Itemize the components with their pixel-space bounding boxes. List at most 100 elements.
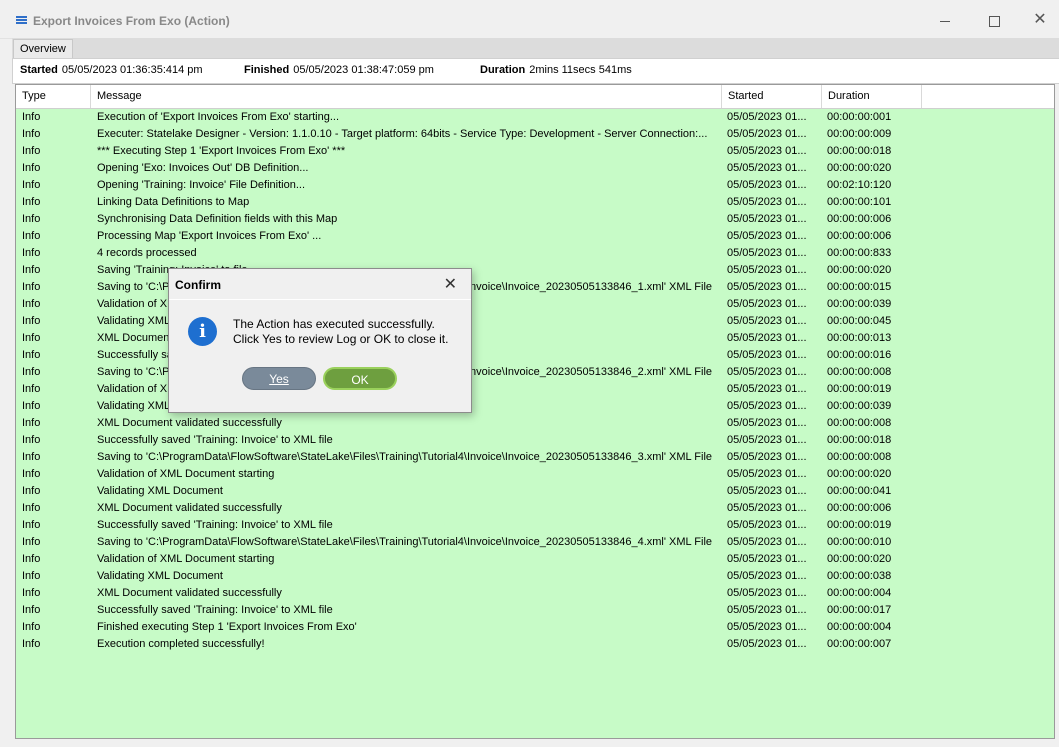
log-message-cell: Linking Data Definitions to Map <box>97 196 250 208</box>
log-duration-cell: 00:00:00:020 <box>827 553 892 565</box>
dialog-title: Confirm <box>175 278 221 292</box>
column-header-type[interactable]: Type <box>16 85 91 108</box>
log-row[interactable]: Info 4 records processed 05/05/2023 01... 0… <box>16 245 1054 262</box>
log-message-cell: *** Executing Step 1 'Export Invoices Fr… <box>97 145 346 157</box>
log-row[interactable]: Info Successfully saved 'Training: Invoic… <box>16 432 1054 449</box>
log-started-cell: 05/05/2023 01... <box>727 570 807 582</box>
log-row[interactable]: Info Finished executing Step 1 'Export In… <box>16 619 1054 636</box>
log-row[interactable]: Info Successfully saved 'Training: Invoic… <box>16 602 1054 619</box>
log-type-cell: Info <box>22 417 41 429</box>
log-row[interactable]: Info Validation of XML Document starting 0… <box>16 551 1054 568</box>
log-type-cell: Info <box>22 179 41 191</box>
log-duration-cell: 00:00:00:833 <box>827 247 892 259</box>
log-started-cell: 05/05/2023 01... <box>727 519 807 531</box>
log-type-cell: Info <box>22 536 41 548</box>
log-started-cell: 05/05/2023 01... <box>727 553 807 565</box>
close-window-button[interactable]: ✕ <box>1020 8 1059 32</box>
log-message-cell: 4 records processed <box>97 247 197 259</box>
log-row[interactable]: Info Saving to 'C:\ProgramData\FlowSoftwa… <box>16 449 1054 466</box>
log-type-cell: Info <box>22 162 41 174</box>
log-message-cell: Saving to 'C:\ProgramData\FlowSoftware\S… <box>97 451 713 463</box>
log-message-cell: Finished executing Step 1 'Export Invoic… <box>97 621 357 633</box>
log-type-cell: Info <box>22 111 41 123</box>
log-started-cell: 05/05/2023 01... <box>727 604 807 616</box>
log-duration-cell: 00:00:00:006 <box>827 213 892 225</box>
log-type-cell: Info <box>22 621 41 633</box>
log-row[interactable]: Info Validating XML Document 05/05/2023 01… <box>16 483 1054 500</box>
log-row[interactable]: Info Synchronising Data Definition fields… <box>16 211 1054 228</box>
menu-lines-icon[interactable] <box>16 16 27 25</box>
log-row[interactable]: Info Opening 'Training: Invoice' File Def… <box>16 177 1054 194</box>
duration-value: 2mins 11secs 541ms <box>529 64 632 76</box>
column-header-message[interactable]: Message <box>91 85 722 108</box>
log-started-cell: 05/05/2023 01... <box>727 383 807 395</box>
maximize-button[interactable] <box>974 8 1014 32</box>
log-started-cell: 05/05/2023 01... <box>727 468 807 480</box>
log-duration-cell: 00:00:00:020 <box>827 264 892 276</box>
log-started-cell: 05/05/2023 01... <box>727 366 807 378</box>
log-duration-cell: 00:00:00:039 <box>827 298 892 310</box>
minimize-button[interactable] <box>925 8 965 32</box>
log-started-cell: 05/05/2023 01... <box>727 502 807 514</box>
log-started-cell: 05/05/2023 01... <box>727 434 807 446</box>
log-type-cell: Info <box>22 468 41 480</box>
log-duration-cell: 00:00:00:007 <box>827 638 892 650</box>
log-started-cell: 05/05/2023 01... <box>727 179 807 191</box>
log-started-cell: 05/05/2023 01... <box>727 128 807 140</box>
log-started-cell: 05/05/2023 01... <box>727 621 807 633</box>
log-type-cell: Info <box>22 315 41 327</box>
log-row[interactable]: Info Execution of 'Export Invoices From E… <box>16 109 1054 126</box>
log-row[interactable]: Info XML Document validated successfully 0… <box>16 585 1054 602</box>
log-duration-cell: 00:00:00:009 <box>827 128 892 140</box>
log-row[interactable]: Info Processing Map 'Export Invoices From… <box>16 228 1054 245</box>
started-value: 05/05/2023 01:36:35:414 pm <box>61 64 203 76</box>
column-header-duration[interactable]: Duration <box>822 85 922 108</box>
log-type-cell: Info <box>22 570 41 582</box>
log-started-cell: 05/05/2023 01... <box>727 315 807 327</box>
log-row[interactable]: Info Linking Data Definitions to Map 05/05… <box>16 194 1054 211</box>
log-row[interactable]: Info Executer: Statelake Designer - Versi… <box>16 126 1054 143</box>
log-row[interactable]: Info *** Executing Step 1 'Export Invoice… <box>16 143 1054 160</box>
close-icon: ✕ <box>1033 11 1047 28</box>
log-row[interactable]: Info Validating XML Document 05/05/2023 01… <box>16 568 1054 585</box>
log-duration-cell: 00:00:00:010 <box>827 536 892 548</box>
log-message-cell: Synchronising Data Definition fields wit… <box>97 213 338 225</box>
dialog-divider <box>169 299 471 300</box>
log-started-cell: 05/05/2023 01... <box>727 485 807 497</box>
grid-header: Type Message Started Duration <box>16 85 1054 109</box>
log-started-cell: 05/05/2023 01... <box>727 417 807 429</box>
log-type-cell: Info <box>22 366 41 378</box>
log-duration-cell: 00:00:00:020 <box>827 162 892 174</box>
log-type-cell: Info <box>22 519 41 531</box>
log-duration-cell: 00:00:00:101 <box>827 196 892 208</box>
log-row[interactable]: Info XML Document validated successfully 0… <box>16 415 1054 432</box>
log-row[interactable]: Info Opening 'Exo: Invoices Out' DB Defin… <box>16 160 1054 177</box>
confirm-dialog: Confirm ✕ i The Action has executed succ… <box>168 268 472 413</box>
log-type-cell: Info <box>22 553 41 565</box>
log-started-cell: 05/05/2023 01... <box>727 196 807 208</box>
column-header-started[interactable]: Started <box>722 85 822 108</box>
log-row[interactable]: Info Successfully saved 'Training: Invoic… <box>16 517 1054 534</box>
log-message-cell: Validation of XML Document starting <box>97 553 275 565</box>
yes-button[interactable]: Yes <box>242 367 316 390</box>
dialog-close-button[interactable]: ✕ <box>444 274 457 294</box>
log-duration-cell: 00:00:00:008 <box>827 451 892 463</box>
log-type-cell: Info <box>22 298 41 310</box>
log-message-cell: XML Document validated successfully <box>97 417 282 429</box>
close-icon: ✕ <box>443 276 457 293</box>
ok-button[interactable]: OK <box>323 367 397 390</box>
log-duration-cell: 00:00:00:018 <box>827 145 892 157</box>
log-type-cell: Info <box>22 349 41 361</box>
log-duration-cell: 00:00:00:018 <box>827 434 892 446</box>
log-row[interactable]: Info Validation of XML Document starting 0… <box>16 466 1054 483</box>
log-started-cell: 05/05/2023 01... <box>727 111 807 123</box>
log-row[interactable]: Info XML Document validated successfully 0… <box>16 500 1054 517</box>
log-row[interactable]: Info Saving to 'C:\ProgramData\FlowSoftwa… <box>16 534 1054 551</box>
started-label: Started <box>20 64 58 76</box>
log-type-cell: Info <box>22 451 41 463</box>
log-row[interactable]: Info Execution completed successfully! 05/… <box>16 636 1054 653</box>
tab-overview[interactable]: Overview <box>13 39 73 59</box>
duration-label: Duration <box>480 64 526 76</box>
minimize-icon <box>940 20 950 22</box>
log-type-cell: Info <box>22 502 41 514</box>
